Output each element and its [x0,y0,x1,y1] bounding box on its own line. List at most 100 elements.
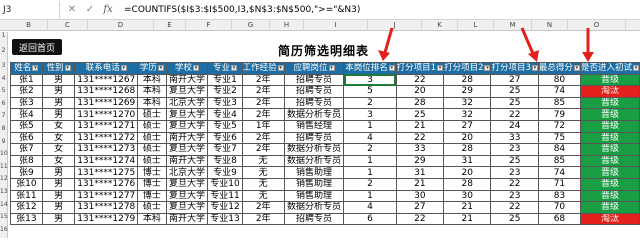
table-cell[interactable]: 南开大学 [165,131,209,145]
table-cell[interactable]: 晋级 [579,166,640,179]
table-cell[interactable]: 专业10 [207,177,243,191]
table-cell[interactable]: 张13 [10,212,43,226]
table-cell[interactable]: 晋级 [579,189,640,203]
table-cell[interactable]: 80 [537,73,581,87]
table-cell[interactable]: 销售助理 [283,166,345,179]
table-cell[interactable]: 131****1278 [74,201,139,214]
table-cell[interactable]: 晋级 [579,96,640,110]
table-cell[interactable]: 张2 [10,85,43,98]
table-cell[interactable]: 数据分析专员 [283,143,345,156]
filter-dropdown-icon[interactable]: ▾ [32,64,39,71]
table-cell[interactable]: 2 [343,143,397,156]
table-cell[interactable]: 晋级 [579,143,640,156]
column-letter[interactable]: H [270,20,304,31]
table-cell[interactable]: 数据分析专员 [283,154,345,168]
table-cell[interactable]: 复旦大学 [165,85,209,98]
table-cell[interactable]: 淘汰 [579,85,640,98]
row-number[interactable]: 9 [0,137,8,151]
column-letter[interactable]: I [304,20,368,31]
table-cell[interactable]: 22 [490,201,539,214]
table-cell[interactable]: 3 [343,73,397,87]
filter-dropdown-icon[interactable]: ▾ [157,64,164,71]
table-cell[interactable]: 南开大学 [165,73,209,87]
table-cell[interactable]: 22 [490,108,539,121]
table-cell[interactable]: 2年 [241,143,285,156]
table-cell[interactable]: 张8 [10,154,43,168]
row-number[interactable]: 2 [0,47,8,62]
table-cell[interactable]: 21 [395,119,445,133]
table-cell[interactable]: 晋级 [579,131,640,145]
table-cell[interactable]: 2 [343,177,397,191]
row-number[interactable]: 14 [0,200,8,214]
table-cell[interactable]: 21 [395,177,445,191]
column-header[interactable]: 最总得分 ▾ [537,62,581,75]
table-cell[interactable]: 淘汰 [579,212,640,226]
back-home-button[interactable]: 返回首页 [12,39,62,55]
column-letter[interactable]: D [88,20,154,31]
row-number[interactable]: 1 [0,32,8,47]
filter-dropdown-icon[interactable]: ▾ [388,64,395,71]
row-number[interactable]: 4 [0,74,8,88]
table-cell[interactable]: 硕士 [137,143,167,156]
table-cell[interactable]: 晋级 [579,108,640,121]
table-cell[interactable]: 71 [537,177,581,191]
column-header[interactable]: 打分项目1 ▾ [395,62,445,75]
table-cell[interactable]: 博士 [137,177,167,191]
cancel-icon[interactable]: ✕ [66,4,78,15]
table-cell[interactable]: 男 [41,73,76,87]
table-cell[interactable]: 男 [41,177,76,191]
table-cell[interactable]: 硕士 [137,119,167,133]
table-cell[interactable]: 硕士 [137,108,167,121]
table-cell[interactable]: 22 [395,73,445,87]
table-cell[interactable]: 31 [395,166,445,179]
table-cell[interactable]: 68 [537,212,581,226]
table-cell[interactable]: 无 [241,166,285,179]
filter-dropdown-icon[interactable]: ▾ [64,64,71,71]
filter-dropdown-icon[interactable]: ▾ [277,64,284,71]
table-cell[interactable]: 张5 [10,119,43,133]
table-cell[interactable]: 销售助理 [283,177,345,191]
table-cell[interactable]: 72 [537,119,581,133]
table-cell[interactable]: 硕士 [137,201,167,214]
row-number[interactable]: 11 [0,162,8,176]
table-cell[interactable]: 女 [41,119,76,133]
table-cell[interactable]: 1 [343,119,397,133]
table-cell[interactable]: 博士 [137,189,167,203]
column-header[interactable]: 性别 ▾ [41,62,76,75]
table-cell[interactable]: 131****1276 [74,177,139,191]
table-cell[interactable]: 晋级 [579,154,640,168]
table-cell[interactable]: 张6 [10,131,43,145]
table-cell[interactable]: 131****1270 [74,108,139,121]
table-cell[interactable]: 85 [537,96,581,110]
table-cell[interactable]: 33 [490,131,539,145]
table-cell[interactable]: 专业9 [207,166,243,179]
table-cell[interactable]: 85 [537,154,581,168]
table-cell[interactable]: 2年 [241,212,285,226]
column-letter[interactable]: E [154,20,186,31]
table-cell[interactable]: 数据分析专员 [283,108,345,121]
table-cell[interactable]: 25 [490,212,539,226]
filter-dropdown-icon[interactable]: ▾ [231,64,237,71]
table-cell[interactable]: 74 [537,85,581,98]
table-cell[interactable]: 23 [490,189,539,203]
table-cell[interactable]: 男 [41,96,76,110]
table-cell[interactable]: 招聘专员 [283,73,345,87]
table-cell[interactable]: 招聘专员 [283,96,345,110]
table-cell[interactable]: 33 [395,143,445,156]
table-cell[interactable]: 131****1267 [74,73,139,87]
column-letter[interactable]: F [186,20,232,31]
table-cell[interactable]: 专业1 [207,73,243,87]
table-cell[interactable]: 晋级 [579,73,640,87]
table-cell[interactable]: 28 [443,177,492,191]
table-cell[interactable]: 31 [443,154,492,168]
table-cell[interactable]: 无 [241,189,285,203]
table-cell[interactable]: 75 [537,131,581,145]
table-cell[interactable]: 复旦大学 [165,108,209,121]
table-cell[interactable]: 张9 [10,166,43,179]
column-header[interactable]: 专业 ▾ [207,62,243,75]
table-cell[interactable]: 女 [41,154,76,168]
table-cell[interactable]: 销售经理 [283,119,345,133]
row-number[interactable]: 6 [0,99,8,113]
table-cell[interactable]: 22 [490,177,539,191]
enter-icon[interactable]: ✓ [84,4,96,15]
